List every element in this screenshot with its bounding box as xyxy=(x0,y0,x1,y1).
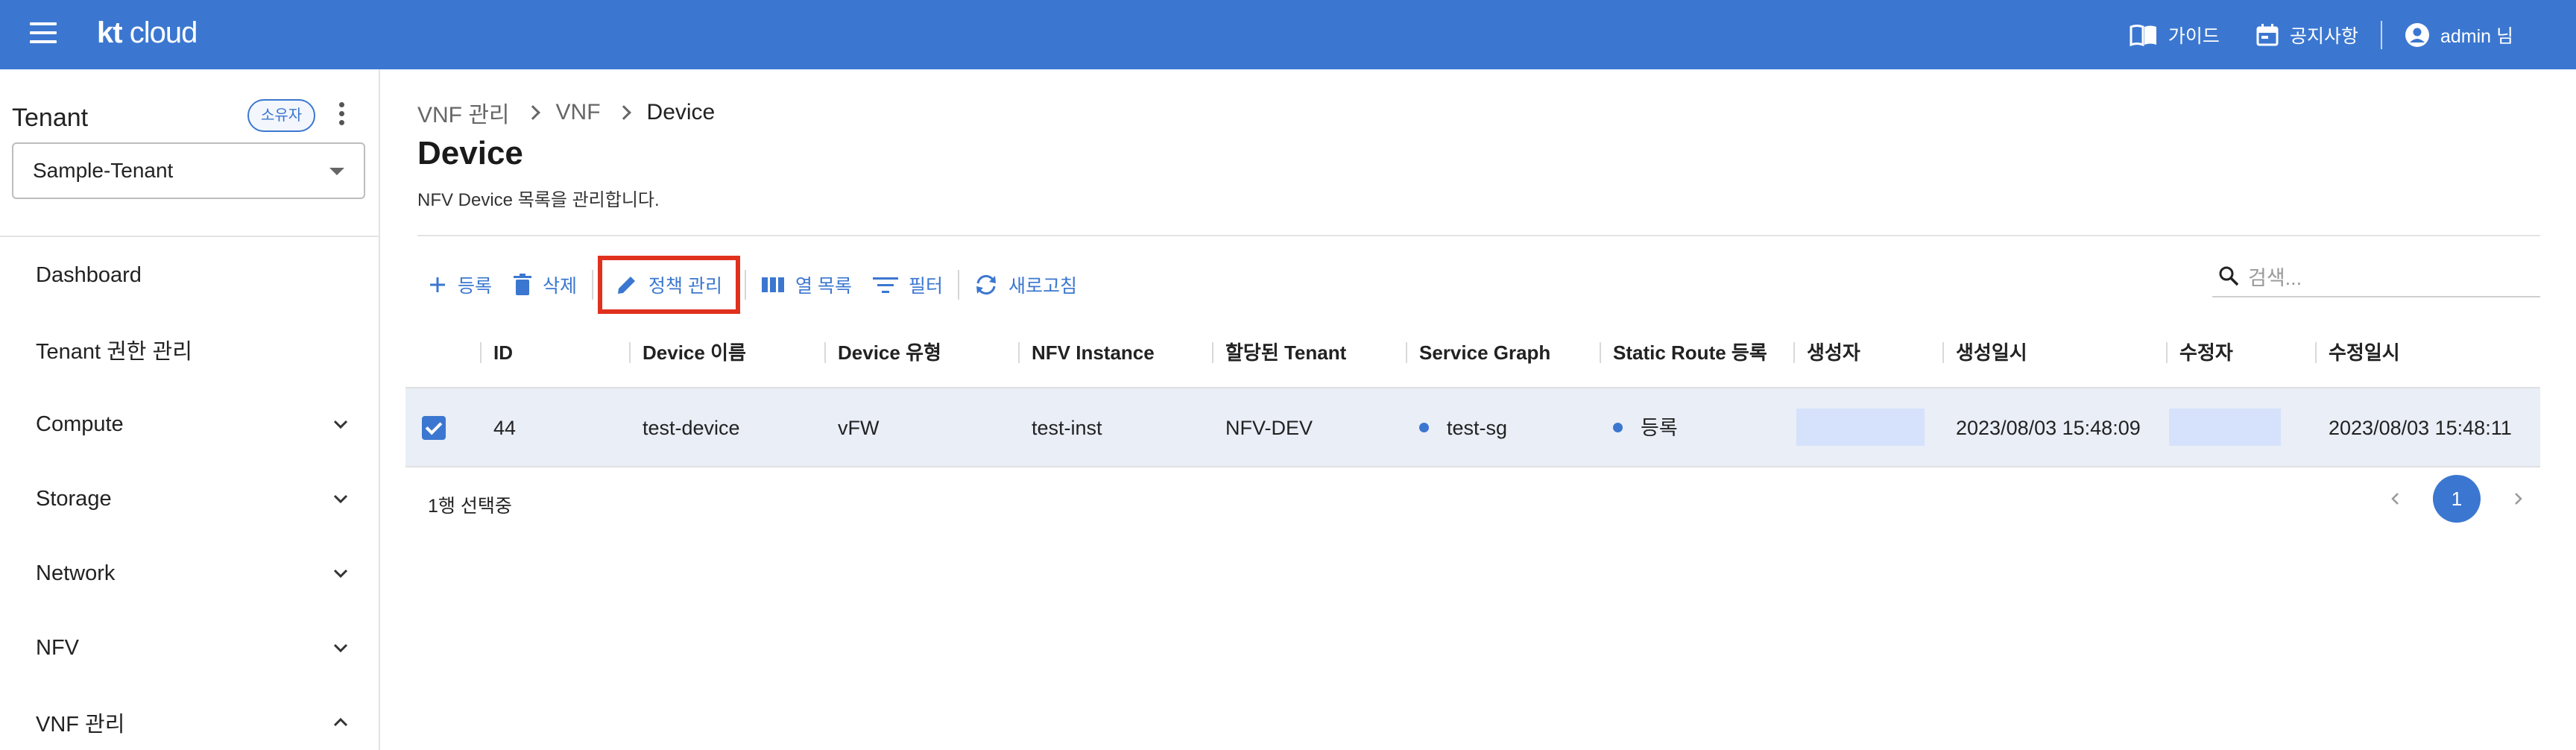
search-input[interactable]: 검색... xyxy=(2212,256,2540,297)
sidebar-item-dashboard[interactable]: Dashboard xyxy=(36,253,349,297)
filter-list-icon xyxy=(872,277,898,293)
table-header: ID Device 이름 Device 유형 NFV Instance 할당된 … xyxy=(405,317,2540,388)
row-checkbox[interactable] xyxy=(422,416,446,440)
notice-link[interactable]: 공지사항 xyxy=(2238,22,2376,48)
cell-created-at: 2023/08/03 15:48:09 xyxy=(1956,417,2141,439)
chevron-up-icon xyxy=(333,717,348,727)
filter-button[interactable]: 필터 xyxy=(862,259,953,311)
top-bar: kt cloud 가이드 공지사항 admin 님 xyxy=(0,0,2576,69)
cell-nfv-instance: test-inst xyxy=(1032,417,1102,439)
chevron-right-icon[interactable] xyxy=(2510,491,2525,506)
columns-button[interactable]: 열 목록 xyxy=(751,259,862,311)
column-header-modifier[interactable]: 수정자 xyxy=(2166,317,2315,388)
sidebar-item-compute[interactable]: Compute xyxy=(36,402,349,447)
breadcrumb-item[interactable]: VNF 관리 xyxy=(417,96,510,129)
more-vert-icon[interactable] xyxy=(334,102,349,132)
content-divider xyxy=(417,235,2540,236)
column-header-id[interactable]: ID xyxy=(480,317,629,388)
cell-modified-at: 2023/08/03 15:48:11 xyxy=(2329,417,2512,439)
menu-icon[interactable] xyxy=(30,22,57,46)
chevron-right-icon xyxy=(616,105,631,120)
breadcrumb-current: Device xyxy=(646,100,716,125)
device-table: ID Device 이름 Device 유형 NFV Instance 할당된 … xyxy=(405,317,2540,467)
sidebar-item-vnf-management[interactable]: VNF 관리 xyxy=(36,700,349,745)
trash-icon xyxy=(514,274,532,295)
register-button[interactable]: 등록 xyxy=(417,259,502,311)
sidebar: Tenant 소유자 Sample-Tenant Dashboard Tenan… xyxy=(0,69,380,750)
status-dot xyxy=(1613,423,1623,433)
refresh-button[interactable]: 새로고침 xyxy=(964,259,1087,311)
column-header-device-name[interactable]: Device 이름 xyxy=(629,317,824,388)
sidebar-divider xyxy=(0,236,379,237)
column-header-service-graph[interactable]: Service Graph xyxy=(1406,317,1600,388)
toolbar-divider xyxy=(744,270,746,300)
chevron-down-icon xyxy=(333,643,348,653)
cell-id: 44 xyxy=(493,417,517,439)
main-content: VNF 관리 VNF Device Device NFV Device 목록을 … xyxy=(380,69,2576,750)
chevron-down-icon xyxy=(333,494,348,504)
cell-device-type: vFW xyxy=(838,417,880,439)
view-column-icon xyxy=(761,277,784,292)
tenant-label: Tenant xyxy=(12,104,89,132)
policy-management-button[interactable]: 정책 관리 xyxy=(598,256,740,314)
chevron-right-icon xyxy=(525,105,540,120)
dropdown-arrow-icon xyxy=(329,168,344,175)
chevron-down-icon xyxy=(333,569,348,579)
sidebar-item-nfv[interactable]: NFV xyxy=(36,625,349,670)
cell-modifier-redacted xyxy=(2169,409,2281,446)
cell-service-graph: test-sg xyxy=(1406,388,1507,467)
book-icon xyxy=(2130,24,2158,46)
toolbar: 등록 삭제 정책 관리 열 목록 필터 새로고침 xyxy=(417,256,1087,314)
breadcrumb: VNF 관리 VNF Device xyxy=(417,96,715,129)
pagination: 1 xyxy=(2388,475,2525,523)
column-header-modified-at[interactable]: 수정일시 xyxy=(2315,317,2539,388)
sidebar-item-network[interactable]: Network xyxy=(36,551,349,596)
cell-assigned-tenant: NFV-DEV xyxy=(1225,417,1313,439)
sidebar-item-tenant-permissions[interactable]: Tenant 권한 관리 xyxy=(36,327,349,372)
user-menu[interactable]: admin 님 xyxy=(2387,22,2531,48)
page-description: NFV Device 목록을 관리합니다. xyxy=(417,190,660,210)
chevron-down-icon xyxy=(333,420,348,429)
search-icon xyxy=(2219,266,2239,286)
logo[interactable]: kt cloud xyxy=(97,16,198,50)
column-header-created-at[interactable]: 생성일시 xyxy=(1942,317,2166,388)
table-row[interactable]: 44 test-device vFW test-inst NFV-DEV tes… xyxy=(405,388,2540,467)
toolbar-divider xyxy=(592,270,594,300)
delete-button[interactable]: 삭제 xyxy=(502,259,587,311)
status-dot xyxy=(1419,423,1429,433)
page-title: Device xyxy=(417,135,523,171)
breadcrumb-item[interactable]: VNF xyxy=(556,100,601,125)
toolbar-divider xyxy=(957,270,959,300)
cell-creator-redacted xyxy=(1796,409,1925,446)
owner-badge: 소유자 xyxy=(247,99,316,132)
column-header-static-route[interactable]: Static Route 등록 xyxy=(1600,317,1793,388)
page-number-button[interactable]: 1 xyxy=(2433,475,2481,523)
column-header-device-type[interactable]: Device 유형 xyxy=(824,317,1018,388)
plus-icon xyxy=(430,277,445,292)
calendar-icon xyxy=(2255,23,2279,47)
account-icon xyxy=(2405,22,2430,48)
sidebar-item-storage[interactable]: Storage xyxy=(36,476,349,521)
refresh-icon xyxy=(976,274,996,295)
column-header-creator[interactable]: 생성자 xyxy=(1793,317,1942,388)
tenant-select[interactable]: Sample-Tenant xyxy=(12,142,365,199)
guide-link[interactable]: 가이드 xyxy=(2112,22,2238,48)
selection-count: 1행 선택중 xyxy=(428,496,512,517)
chevron-left-icon[interactable] xyxy=(2388,491,2403,506)
column-header-assigned-tenant[interactable]: 할당된 Tenant xyxy=(1212,317,1406,388)
cell-static-route: 등록 xyxy=(1600,388,1678,467)
column-header-nfv-instance[interactable]: NFV Instance xyxy=(1018,317,1212,388)
pencil-icon xyxy=(618,277,636,294)
header-divider xyxy=(2380,20,2382,49)
table-footer: 1행 선택중 1 xyxy=(405,469,2540,536)
cell-device-name: test-device xyxy=(643,417,740,439)
